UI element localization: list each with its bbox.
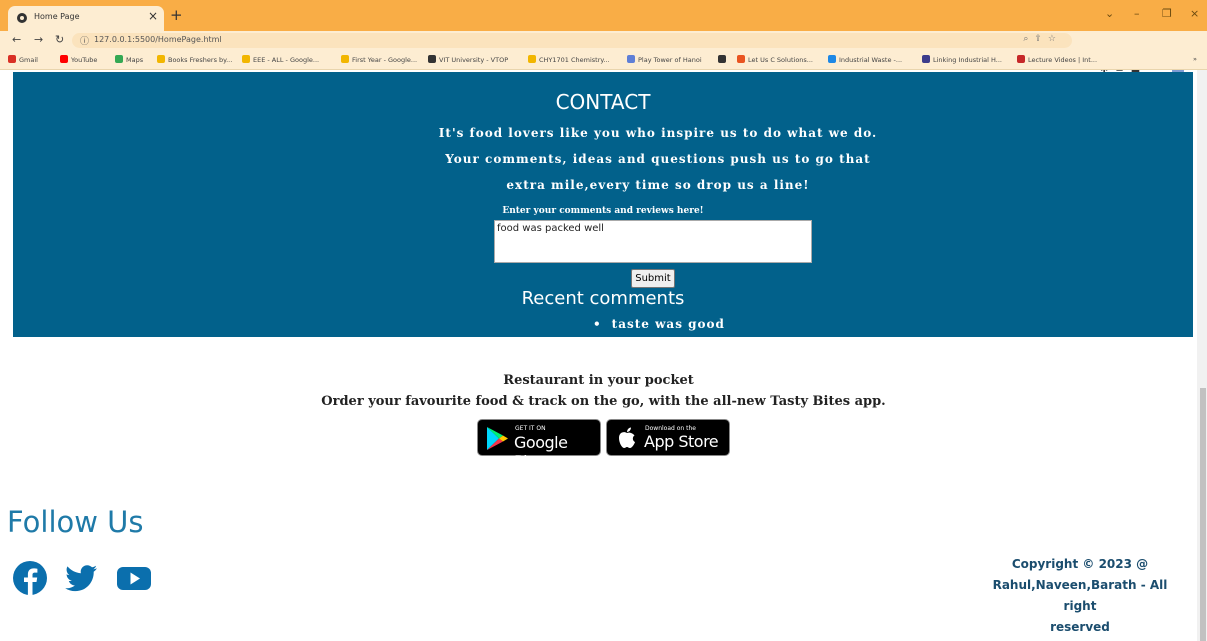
new-tab-button[interactable]: +	[170, 6, 183, 24]
bookmark-favicon-icon	[60, 55, 68, 63]
minimize-button[interactable]: –	[1134, 7, 1140, 20]
tab-title: Home Page	[34, 12, 80, 21]
bookmark-item[interactable]: EEE - ALL - Google...	[242, 55, 319, 64]
bookmark-favicon-icon	[1017, 55, 1025, 63]
bookmark-favicon-icon	[737, 55, 745, 63]
page-favicon-icon	[17, 13, 27, 23]
bookmark-label: VIT University - VTOP	[439, 56, 509, 64]
browser-tab[interactable]: Home Page ×	[8, 6, 164, 31]
omnibox-actions: ⌕⇪☆	[1023, 34, 1062, 44]
bookmark-label: EEE - ALL - Google...	[253, 56, 320, 64]
bookmark-favicon-icon	[828, 55, 836, 63]
bookmark-item[interactable]: Books Freshers by...	[157, 55, 232, 64]
contact-section: CONTACT It's food lovers like you who in…	[13, 72, 1193, 337]
back-icon[interactable]: ←	[12, 33, 21, 46]
copyright-text: Copyright © 2023 @ Rahul,Naveen,Barath -…	[975, 554, 1185, 638]
submit-button[interactable]: Submit	[631, 269, 675, 288]
bookmark-item[interactable]: CHY1701 Chemistry...	[528, 55, 610, 64]
contact-heading: CONTACT	[555, 90, 651, 114]
close-window-button[interactable]: ×	[1190, 7, 1199, 20]
apple-icon	[619, 427, 635, 448]
bookmark-item[interactable]: Maps	[115, 55, 143, 64]
list-item: taste was good	[593, 317, 725, 331]
recent-comments-heading: Recent comments	[521, 288, 685, 309]
bookmark-favicon-icon	[157, 55, 165, 63]
bookmark-favicon-icon	[718, 55, 726, 63]
google-play-badge[interactable]: GET IT ON Google Play	[477, 419, 601, 471]
bookmark-item[interactable]: First Year - Google...	[341, 55, 417, 64]
bookmark-item[interactable]: YouTube	[60, 55, 97, 64]
copyright-line: reserved	[1050, 620, 1110, 634]
bookmark-label: Industrial Waste -...	[839, 56, 903, 64]
bookmark-label: Let Us C Solutions...	[748, 56, 813, 64]
bookmarks-bar: Gmail YouTube Maps Books Freshers by... EEE …	[0, 50, 1207, 70]
address-bar-row: ← → ↻ ⓘ 127.0.0.1:5500/HomePage.html ⌕⇪☆…	[0, 31, 1207, 77]
bookmark-star-icon[interactable]: ☆	[1048, 34, 1062, 44]
bookmark-label: First Year - Google...	[352, 56, 418, 64]
bookmark-item[interactable]: Lecture Videos | Int...	[1017, 55, 1097, 64]
page-scrollbar-thumb[interactable]	[1200, 388, 1206, 641]
site-info-icon[interactable]: ⓘ	[80, 34, 89, 47]
app-store-big-text: App Store	[644, 432, 719, 451]
bookmark-label: Gmail	[19, 56, 38, 64]
app-store-small-text: Download on the	[645, 425, 696, 432]
app-promo-description: Order your favourite food & track on the…	[321, 394, 886, 409]
bookmarks-overflow-icon[interactable]: »	[1193, 55, 1197, 63]
zoom-icon[interactable]: ⌕	[1023, 34, 1034, 44]
reload-icon[interactable]: ↻	[55, 33, 64, 46]
youtube-icon[interactable]	[116, 560, 152, 596]
bookmark-label: Books Freshers by...	[168, 56, 233, 64]
bookmark-item[interactable]: VIT University - VTOP	[428, 55, 508, 64]
bookmark-label: Lecture Videos | Int...	[1028, 56, 1098, 64]
bookmark-favicon-icon	[922, 55, 930, 63]
bookmark-label: Maps	[126, 56, 144, 64]
twitter-icon[interactable]	[63, 560, 99, 596]
bookmark-favicon-icon	[428, 55, 436, 63]
bookmark-item[interactable]: Let Us C Solutions...	[737, 55, 813, 64]
bookmark-favicon-icon	[242, 55, 250, 63]
tab-search-icon[interactable]: ⌄	[1105, 7, 1114, 20]
url-text[interactable]: 127.0.0.1:5500/HomePage.html	[94, 35, 222, 44]
bookmark-label: Linking Industrial H...	[933, 56, 1002, 64]
contact-tagline: It's food lovers like you who inspire us…	[438, 126, 878, 192]
bookmark-favicon-icon	[528, 55, 536, 63]
facebook-icon[interactable]	[12, 560, 48, 596]
omnibox[interactable]: ⓘ 127.0.0.1:5500/HomePage.html ⌕⇪☆	[72, 33, 1072, 48]
bookmark-favicon-icon	[627, 55, 635, 63]
forward-icon[interactable]: →	[34, 33, 43, 46]
copyright-line: Rahul,Naveen,Barath - All right	[992, 578, 1168, 613]
bookmark-favicon-icon	[8, 55, 16, 63]
bookmark-label: Play Tower of Hanoi	[638, 56, 702, 64]
copyright-line: Copyright © 2023 @	[1011, 557, 1149, 571]
browser-tab-bar: Home Page × + ⌄ – ❐ ×	[0, 0, 1207, 31]
app-store-badge[interactable]: Download on the App Store	[606, 419, 730, 456]
bookmark-label: CHY1701 Chemistry...	[539, 56, 610, 64]
follow-us-heading: Follow Us	[7, 505, 144, 539]
bookmark-favicon-icon	[341, 55, 349, 63]
google-play-small-text: GET IT ON	[515, 425, 546, 432]
restore-button[interactable]: ❐	[1162, 7, 1172, 20]
bookmark-label: YouTube	[71, 56, 98, 64]
bookmark-favicon-icon	[115, 55, 123, 63]
bookmark-item[interactable]: Industrial Waste -...	[828, 55, 902, 64]
google-play-big-text: Google Play	[514, 433, 568, 471]
tab-close-icon[interactable]: ×	[148, 9, 158, 23]
comment-textarea[interactable]: food was packed well	[494, 220, 812, 263]
app-promo-title: Restaurant in your pocket	[503, 373, 694, 388]
share-icon[interactable]: ⇪	[1034, 34, 1048, 44]
comment-label: Enter your comments and reviews here!	[502, 206, 704, 216]
bookmark-item[interactable]: Linking Industrial H...	[922, 55, 1002, 64]
bookmark-item[interactable]	[718, 55, 729, 64]
google-play-icon	[487, 427, 508, 450]
bookmark-item[interactable]: Play Tower of Hanoi	[627, 55, 702, 64]
bookmark-item[interactable]: Gmail	[8, 55, 38, 64]
